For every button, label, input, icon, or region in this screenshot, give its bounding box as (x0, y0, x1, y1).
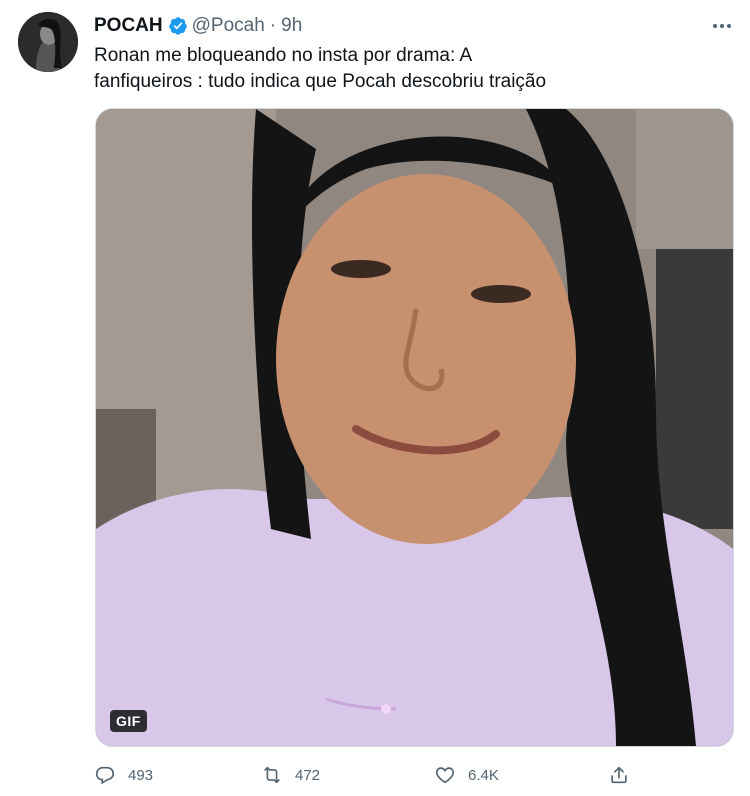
retweet-button[interactable]: 472 (261, 764, 320, 786)
verified-badge-icon (168, 17, 187, 35)
tweet-text-line: Ronan me bloqueando no insta por drama: … (94, 45, 473, 66)
heart-icon (435, 767, 455, 784)
share-button[interactable] (608, 764, 642, 786)
author-handle[interactable]: @Pocah (192, 15, 265, 37)
author-avatar[interactable] (18, 12, 78, 72)
reply-icon (95, 766, 115, 785)
tweet-text: Ronan me bloqueando no insta por drama: … (94, 43, 714, 95)
reply-button[interactable]: 493 (94, 764, 153, 786)
tweet-header: POCAH @Pocah · 9h (94, 14, 302, 38)
retweet-icon (264, 766, 280, 784)
tweet-actions: 493 472 6.4K (94, 760, 654, 790)
more-options-button[interactable] (707, 16, 737, 36)
meta-separator: · (269, 15, 277, 36)
tweet-time[interactable]: 9h (281, 15, 302, 37)
tweet-media-gif[interactable]: GIF (95, 108, 734, 747)
author-name[interactable]: POCAH (94, 15, 163, 37)
like-button[interactable]: 6.4K (434, 764, 499, 786)
tweet-text-line: fanfiqueiros : tudo indica que Pocah des… (94, 71, 547, 92)
gif-frame-image (96, 109, 733, 746)
share-icon (611, 766, 627, 784)
retweet-count: 472 (295, 766, 321, 784)
gif-badge: GIF (110, 710, 147, 732)
avatar-image (18, 12, 78, 72)
reply-count: 493 (128, 766, 154, 784)
like-count: 6.4K (468, 766, 499, 784)
more-options-icon (713, 24, 731, 28)
